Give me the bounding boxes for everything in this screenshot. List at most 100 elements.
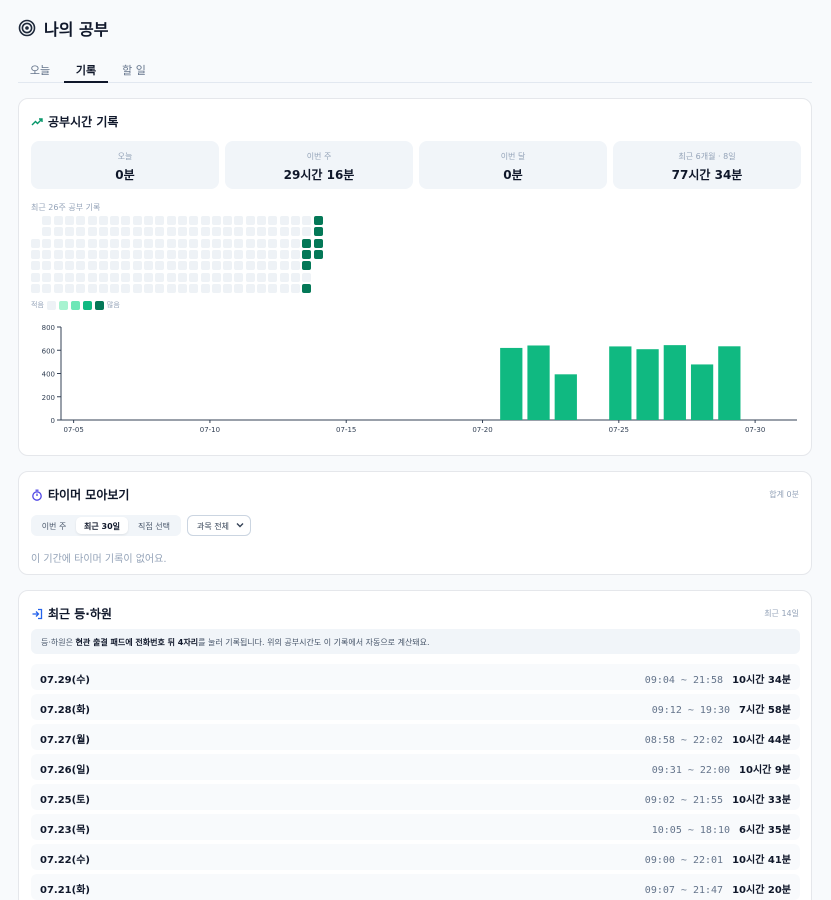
heatmap-cell [166, 238, 176, 248]
page: 나의 공부 오늘 기록 할 일 공부시간 기록 오늘 0분 이번 주 29시간 … [0, 0, 831, 900]
heatmap-cell [166, 216, 176, 225]
target-icon [18, 19, 36, 37]
heatmap-cell [31, 249, 40, 259]
heatmap-cell [211, 283, 221, 293]
y-tick-label: 400 [42, 371, 55, 379]
heatmap-caption: 최근 26주 공부 기록 [31, 203, 101, 212]
heatmap-cell [177, 216, 187, 225]
heatmap-cell [302, 249, 312, 259]
timer-title: 타이머 모아보기 [31, 486, 129, 503]
login-icon [32, 608, 43, 619]
heatmap-cell [200, 261, 210, 271]
period-segmented-control: 이번 주 최근 30일 직접 선택 [31, 515, 181, 536]
heatmap-cell [132, 272, 142, 282]
heatmap-cell [290, 238, 300, 248]
heatmap-cell [200, 216, 210, 225]
bar [609, 346, 632, 420]
heatmap-cell [257, 272, 266, 282]
row-time-range: 09:00 ~ 22:01 [644, 855, 724, 866]
heatmap-cell [302, 272, 312, 282]
heatmap-cell [189, 249, 199, 259]
heatmap-cell [189, 261, 199, 271]
heatmap-cell [223, 227, 233, 237]
segment-this-week[interactable]: 이번 주 [34, 517, 74, 534]
heatmap-cell [144, 283, 153, 293]
heatmap-cell [121, 272, 131, 282]
heatmap-cell [166, 249, 176, 259]
heatmap-cell [245, 249, 255, 259]
stat-value: 29시간 16분 [283, 168, 355, 182]
heatmap-cell [87, 261, 97, 271]
heatmap-cell [200, 249, 210, 259]
heatmap-cell [110, 283, 120, 293]
heatmap-cell [245, 272, 255, 282]
heatmap-cell [155, 216, 165, 225]
heatmap-cell [234, 227, 244, 237]
heatmap-cell [189, 283, 199, 293]
legend-swatch [82, 300, 92, 310]
heatmap-cell [245, 216, 255, 225]
segment-last-30-days[interactable]: 최근 30일 [76, 517, 128, 534]
heatmap-cell [53, 249, 63, 259]
segment-custom-range[interactable]: 직접 선택 [130, 517, 178, 534]
heatmap-cell [110, 227, 120, 237]
bar [663, 345, 686, 420]
attendance-row: 07.25(토) 09:02 ~ 21:55 10시간 33분 [31, 784, 800, 810]
row-duration: 10시간 33분 [732, 795, 791, 806]
heatmap-cell [177, 261, 187, 271]
heatmap-cell [245, 283, 255, 293]
heatmap-cell [189, 216, 199, 225]
x-tick-label: 07-25 [609, 426, 629, 434]
heatmap-cell [42, 227, 52, 237]
heatmap-cell [279, 261, 289, 271]
heatmap-cell [132, 283, 142, 293]
heatmap-cell [290, 272, 300, 282]
stat-value: 77시간 34분 [671, 168, 743, 182]
attendance-row: 07.27(월) 08:58 ~ 22:02 10시간 44분 [31, 724, 800, 750]
x-tick-label: 07-30 [745, 426, 765, 434]
bar [500, 347, 523, 420]
heatmap-cell [200, 227, 210, 237]
heatmap-cell [200, 238, 210, 248]
heatmap-cell [245, 227, 255, 237]
bar [527, 345, 550, 420]
heatmap-cell [98, 261, 108, 271]
heatmap-cell [121, 261, 131, 271]
legend-more-label: 많음 [106, 301, 120, 309]
heatmap-cell [223, 238, 233, 248]
row-date: 07.29(수) [40, 675, 90, 686]
attendance-row: 07.26(일) 09:31 ~ 22:00 10시간 9분 [31, 754, 800, 780]
subject-select[interactable]: 과목 전체 [187, 515, 251, 536]
heatmap-legend: 적음 많음 [31, 300, 120, 310]
row-duration: 10시간 41분 [732, 855, 791, 866]
heatmap-cell [98, 272, 108, 282]
heatmap-cell [98, 283, 108, 293]
tab-history[interactable]: 기록 [64, 54, 108, 83]
notice-suffix: 를 눌러 기록됩니다. 위의 공부시간도 이 기록에서 자동으로 계산돼요. [198, 638, 430, 647]
notice-prefix: 등·하원은 [41, 638, 76, 647]
heatmap-cell [223, 283, 233, 293]
x-tick-label: 07-15 [336, 426, 356, 434]
heatmap-cell [144, 238, 153, 248]
page-header: 나의 공부 [18, 16, 108, 40]
y-tick-label: 0 [51, 417, 55, 425]
heatmap-cell [189, 227, 199, 237]
tab-todo[interactable]: 할 일 [112, 54, 156, 83]
heatmap-cell [155, 283, 165, 293]
heatmap-cell [87, 238, 97, 248]
heatmap-cell [313, 227, 323, 237]
attendance-title: 최근 등·하원 [31, 605, 112, 622]
heatmap-cell [76, 227, 86, 237]
heatmap-cell [64, 249, 74, 259]
study-log-title-text: 공부시간 기록 [48, 115, 119, 129]
heatmap-cell [189, 272, 199, 282]
heatmap-cell [53, 283, 63, 293]
heatmap-cell [53, 216, 63, 225]
stat-value: 0분 [503, 168, 523, 182]
heatmap-cell [223, 216, 233, 225]
heatmap-cell [76, 261, 86, 271]
tab-today[interactable]: 오늘 [18, 54, 62, 83]
heatmap-cell [257, 249, 266, 259]
heatmap-cell [211, 227, 221, 237]
heatmap-cell [64, 261, 74, 271]
